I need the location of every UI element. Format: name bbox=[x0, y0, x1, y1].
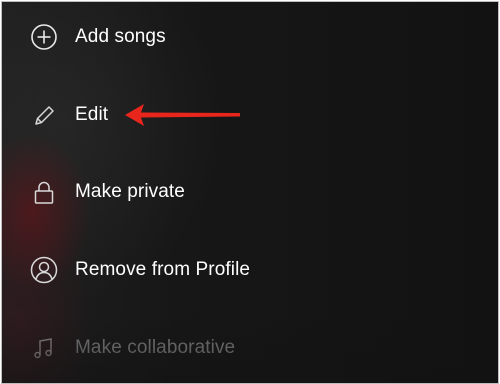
menu-item-remove-from-profile[interactable]: Remove from Profile bbox=[2, 240, 498, 300]
user-circle-icon bbox=[29, 255, 59, 285]
menu-item-label: Remove from Profile bbox=[75, 259, 251, 280]
menu-item-label: Add songs bbox=[75, 26, 166, 47]
menu-item-label: Make private bbox=[75, 181, 185, 202]
menu-item-label: Edit bbox=[75, 104, 109, 125]
lock-icon bbox=[29, 177, 59, 207]
menu-item-label: Make collaborative bbox=[75, 337, 236, 358]
pencil-icon bbox=[29, 100, 59, 130]
menu-item-make-private[interactable]: Make private bbox=[2, 162, 498, 222]
menu-item-make-collaborative[interactable]: Make collaborative bbox=[2, 318, 498, 378]
plus-circle-icon bbox=[29, 22, 59, 52]
menu-item-edit[interactable]: Edit bbox=[2, 85, 498, 145]
red-arrow-icon bbox=[125, 104, 240, 126]
music-note-icon bbox=[29, 333, 59, 363]
menu-item-add-songs[interactable]: Add songs bbox=[2, 7, 498, 67]
screenshot-frame: Add songs Edit Make private Remove from … bbox=[1, 1, 499, 384]
